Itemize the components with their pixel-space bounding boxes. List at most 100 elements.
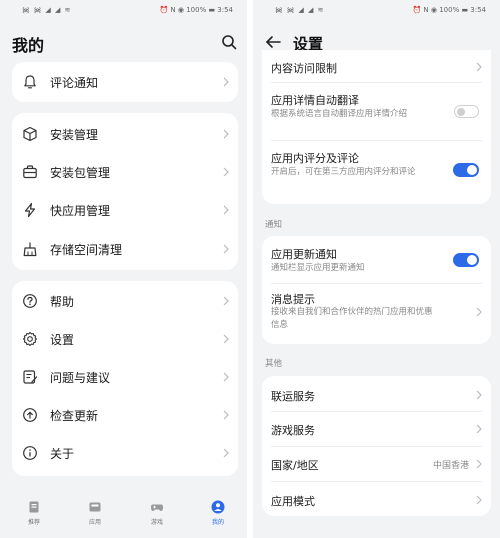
setting-title: 消息提示 — [271, 293, 315, 306]
back-arrow-icon[interactable] — [265, 34, 281, 50]
menu-item-about[interactable]: 关于 — [12, 434, 238, 472]
status-bar: ᯼ ᯼ ◢ ◢ ≋ ⏰ N ◉ 100% ▬ 3:54 — [253, 5, 500, 17]
info-icon — [23, 446, 37, 460]
support-card: 帮助 设置 问题与建议 检查更新 关于 — [12, 281, 238, 476]
setting-auto-translate: 应用详情自动翻译 根据系统语言自动翻译应用详情介绍 — [262, 83, 491, 139]
signal-indicators: ᯼ ᯼ ◢ ◢ ≋ — [22, 6, 72, 14]
tab-apps[interactable]: 应用 — [75, 500, 115, 526]
tab-profile[interactable]: 我的 — [198, 500, 238, 526]
settings-screen: ᯼ ᯼ ◢ ◢ ≋ ⏰ N ◉ 100% ▬ 3:54 设置 内容访问限制 应用… — [253, 0, 500, 538]
chevron-right-icon — [223, 129, 229, 139]
profile-icon — [211, 500, 225, 514]
tab-label: 游戏 — [150, 519, 163, 526]
menu-item-label: 关于 — [50, 446, 75, 461]
menu-item-label: 评论通知 — [50, 75, 99, 90]
menu-item-settings[interactable]: 设置 — [12, 320, 238, 358]
setting-country-region[interactable]: 国家/地区 中国香港 — [262, 446, 491, 480]
privacy-card: 内容访问限制 应用详情自动翻译 根据系统语言自动翻译应用详情介绍 应用内评分及评… — [262, 50, 491, 204]
menu-item-comment-notification[interactable]: 评论通知 — [12, 63, 238, 101]
notification-card: 评论通知 — [12, 62, 238, 102]
setting-title: 游戏服务 — [271, 424, 315, 437]
toggle-knob — [467, 165, 477, 175]
tab-label: 推荐 — [27, 519, 40, 526]
setting-joint-operation-service[interactable]: 联运服务 — [262, 376, 491, 410]
setting-title: 联运服务 — [271, 390, 315, 403]
menu-item-help[interactable]: 帮助 — [12, 282, 238, 320]
search-icon[interactable] — [221, 34, 237, 50]
setting-description: 根据系统语言自动翻译应用详情介绍 — [271, 109, 408, 119]
menu-item-quick-app-management[interactable]: 快应用管理 — [12, 191, 238, 229]
section-header-other: 其他 — [265, 359, 283, 369]
bell-icon — [24, 75, 36, 89]
menu-item-label: 存储空间清理 — [50, 242, 123, 257]
lightning-icon — [24, 202, 36, 218]
menu-item-label: 快应用管理 — [50, 203, 111, 218]
status-right: ⏰ N ◉ 100% ▬ 3:54 — [412, 6, 486, 14]
menu-item-label: 安装包管理 — [50, 165, 111, 180]
setting-description: 通知栏显示应用更新通知 — [271, 263, 365, 273]
setting-description: 接收来自我们和合作伙伴的热门应用和优惠信息 — [271, 307, 433, 330]
tab-games[interactable]: 游戏 — [137, 500, 177, 526]
chevron-right-icon — [476, 390, 482, 400]
chevron-right-icon — [476, 459, 482, 469]
toggle-knob — [467, 255, 477, 265]
menu-item-install-management[interactable]: 安装管理 — [12, 115, 238, 153]
chevron-right-icon — [223, 205, 229, 215]
setting-title: 应用详情自动翻译 — [271, 94, 359, 107]
setting-description: 开启后，可在第三方应用内评分和评论 — [271, 167, 416, 177]
management-card: 安装管理 安装包管理 快应用管理 存储空间清理 — [12, 113, 238, 270]
chevron-right-icon — [223, 334, 229, 344]
setting-title: 应用模式 — [271, 495, 315, 508]
auto-translate-toggle[interactable] — [454, 105, 479, 118]
chevron-right-icon — [223, 372, 229, 382]
update-notification-toggle[interactable] — [453, 253, 479, 267]
section-header-notification: 通知 — [265, 220, 283, 230]
menu-item-label: 帮助 — [50, 294, 75, 309]
tab-label: 应用 — [88, 519, 101, 526]
setting-value: 中国香港 — [432, 461, 469, 471]
page-title: 我的 — [12, 36, 45, 55]
in-app-rating-toggle[interactable] — [453, 163, 479, 177]
setting-message-prompt[interactable]: 消息提示 接收来自我们和合作伙伴的热门应用和优惠信息 — [262, 284, 491, 342]
toggle-knob — [456, 107, 465, 116]
menu-item-check-update[interactable]: 检查更新 — [12, 396, 238, 434]
setting-in-app-rating: 应用内评分及评论 开启后，可在第三方应用内评分和评论 — [262, 141, 491, 201]
chevron-right-icon — [223, 77, 229, 87]
menu-item-feedback[interactable]: 问题与建议 — [12, 358, 238, 396]
gear-icon — [22, 331, 38, 347]
tab-label: 我的 — [211, 519, 224, 526]
setting-title: 内容访问限制 — [271, 62, 337, 75]
chevron-right-icon — [476, 495, 482, 505]
setting-content-access-restriction[interactable]: 内容访问限制 — [262, 50, 491, 82]
recommend-icon — [29, 501, 39, 513]
cube-icon — [23, 126, 37, 142]
gamepad-icon — [151, 504, 163, 511]
feedback-icon — [23, 370, 38, 384]
chevron-right-icon — [223, 410, 229, 420]
menu-item-label: 问题与建议 — [50, 370, 111, 385]
briefcase-icon — [23, 165, 37, 179]
menu-item-label: 检查更新 — [50, 408, 99, 423]
update-icon — [23, 408, 37, 422]
setting-app-mode[interactable]: 应用模式 — [262, 481, 491, 515]
apps-icon — [89, 502, 101, 512]
menu-item-storage-cleanup[interactable]: 存储空间清理 — [12, 230, 238, 268]
setting-title: 国家/地区 — [271, 459, 319, 472]
menu-item-label: 设置 — [50, 332, 75, 347]
setting-update-notification: 应用更新通知 通知栏显示应用更新通知 — [262, 236, 491, 282]
setting-title: 应用更新通知 — [271, 248, 337, 261]
tab-recommend[interactable]: 推荐 — [14, 500, 54, 526]
menu-item-label: 安装管理 — [50, 127, 99, 142]
chevron-right-icon — [223, 296, 229, 306]
setting-game-service[interactable]: 游戏服务 — [262, 411, 491, 445]
chevron-right-icon — [476, 307, 482, 317]
broom-icon — [23, 242, 37, 257]
chevron-right-icon — [476, 424, 482, 434]
menu-item-package-management[interactable]: 安装包管理 — [12, 153, 238, 191]
profile-screen: ᯼ ᯼ ◢ ◢ ≋ ⏰ N ◉ 100% ▬ 3:54 我的 评论通知 安装管理 — [0, 0, 247, 538]
bottom-tab-bar: 推荐 应用 游戏 我的 — [0, 496, 247, 538]
setting-title: 应用内评分及评论 — [271, 152, 359, 165]
chevron-right-icon — [223, 244, 229, 254]
other-settings-card: 联运服务 游戏服务 国家/地区 中国香港 应用模式 — [262, 376, 491, 516]
chevron-right-icon — [476, 62, 482, 72]
